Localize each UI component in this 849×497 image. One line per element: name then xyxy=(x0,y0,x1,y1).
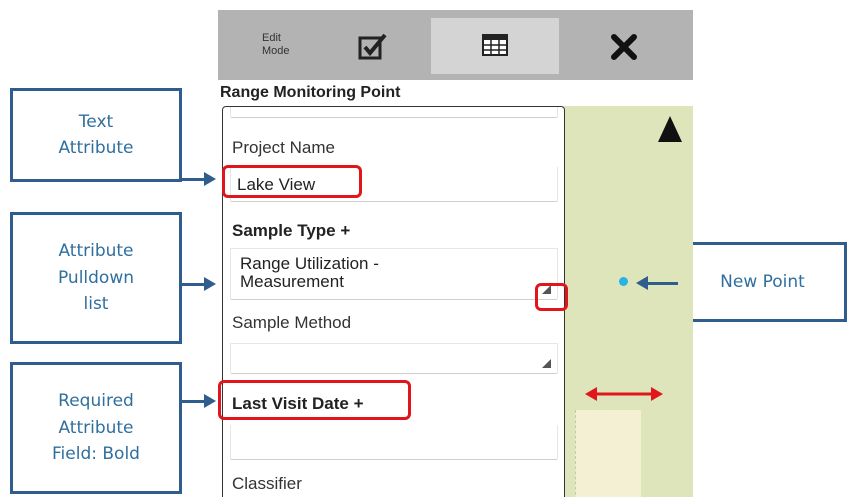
navigation-arrow-icon[interactable] xyxy=(658,116,682,142)
sample-method-label: Sample Method xyxy=(232,313,352,332)
table-view-tab[interactable] xyxy=(431,18,559,74)
page-title: Range Monitoring Point xyxy=(220,84,401,101)
callout-text-attribute: Text Attribute xyxy=(10,88,182,182)
sample-type-value: Range Utilization - Measurement xyxy=(240,254,379,291)
arrow-head-pulldown xyxy=(204,277,216,291)
arrow-head-text-attribute xyxy=(204,172,216,186)
check-square-icon[interactable] xyxy=(358,32,388,62)
callout-pulldown-label: Attribute Pulldown list xyxy=(57,241,135,315)
project-name-label: Project Name xyxy=(232,138,335,157)
callout-new-point-label: New Point xyxy=(720,271,805,292)
highlight-dropdown-corner xyxy=(535,283,568,311)
dropdown-corner-icon xyxy=(542,359,551,368)
callout-required-field: Required Attribute Field: Bold xyxy=(10,362,182,494)
edit-mode-button[interactable]: Edit Mode xyxy=(262,32,290,58)
arrow-head-required xyxy=(204,394,216,408)
callout-pulldown-list: Attribute Pulldown list xyxy=(10,212,182,344)
arrow-pulldown xyxy=(182,283,206,286)
map-parcel-shape xyxy=(575,410,610,497)
new-point-marker[interactable] xyxy=(619,277,628,286)
arrow-head-new-point xyxy=(636,276,648,290)
sample-method-select[interactable] xyxy=(230,343,558,374)
toolbar: Edit Mode xyxy=(218,10,693,80)
resize-double-arrow-icon xyxy=(585,387,663,401)
sample-type-select[interactable]: Range Utilization - Measurement xyxy=(230,248,558,300)
callout-text-attribute-label: Text Attribute xyxy=(58,111,134,158)
arrow-required xyxy=(182,400,206,403)
table-icon xyxy=(482,34,508,56)
arrow-new-point xyxy=(648,282,678,285)
highlight-last-visit-date xyxy=(218,380,411,420)
close-icon[interactable] xyxy=(611,34,637,60)
previous-field-input[interactable] xyxy=(230,107,558,118)
highlight-project-name xyxy=(222,165,362,198)
classifier-label: Classifier xyxy=(232,474,302,493)
callout-required-label: Required Attribute Field: Bold xyxy=(52,391,140,465)
map-view[interactable] xyxy=(563,106,693,497)
edit-mode-label: Edit Mode xyxy=(262,32,290,57)
arrow-text-attribute xyxy=(182,178,206,181)
callout-new-point: New Point xyxy=(678,242,847,322)
last-visit-date-input[interactable] xyxy=(230,425,558,460)
sample-type-label: Sample Type + xyxy=(232,221,351,240)
map-parcel-shape-2 xyxy=(609,410,641,497)
phone-screen: Edit Mode Range Monitoring Point Project… xyxy=(218,10,693,497)
